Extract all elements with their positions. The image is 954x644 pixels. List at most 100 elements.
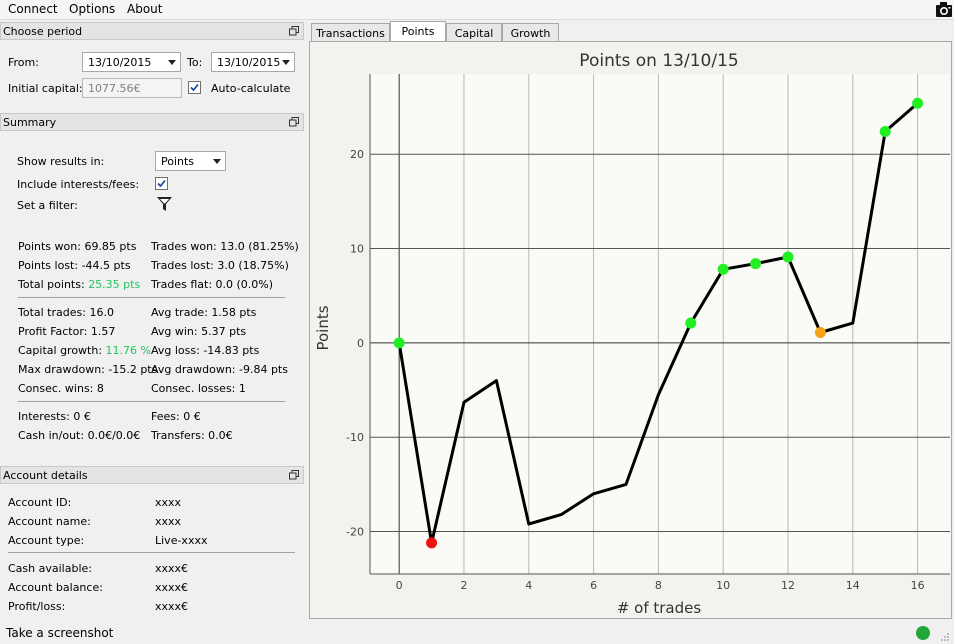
account-details-title: Account details [3, 469, 88, 482]
total-points-value: 25.35 pts [88, 278, 141, 291]
account-name-value: xxxx [155, 515, 182, 528]
profit-loss-value: xxxx€ [155, 600, 189, 613]
total-trades: Total trades: 16.0 [18, 306, 114, 319]
trade-marker-loss [426, 537, 438, 549]
y-tick-label: -10 [346, 431, 364, 444]
to-label: To: [187, 56, 203, 69]
trade-marker-win [750, 258, 762, 270]
trades-flat: Trades flat: 0.0 (0.0%) [151, 278, 274, 291]
account-type-label: Account type: [8, 534, 85, 547]
menu-about[interactable]: About [127, 2, 162, 16]
x-tick-label: 14 [846, 579, 860, 592]
auto-calculate-checkbox[interactable] [188, 81, 201, 94]
divider [18, 401, 285, 402]
account-balance-value: xxxx€ [155, 581, 189, 594]
fees: Fees: 0 € [151, 410, 201, 423]
trade-marker-win [879, 126, 891, 138]
show-results-value: Points [161, 155, 195, 168]
initial-capital-value: 1077.56€ [88, 82, 141, 95]
initial-capital-label: Initial capital: [8, 82, 83, 95]
account-id-value: xxxx [155, 496, 182, 509]
y-tick-label: 10 [350, 243, 364, 256]
include-interests-label: Include interests/fees: [17, 178, 140, 191]
status-text: Take a screenshot [6, 626, 114, 640]
divider [8, 552, 295, 553]
total-points: Total points: 25.35 pts [18, 278, 140, 291]
connection-status-indicator [916, 626, 930, 640]
x-tick-label: 16 [911, 579, 925, 592]
undock-icon[interactable] [289, 26, 299, 36]
checkmark-icon [157, 179, 166, 188]
cash-available-label: Cash available: [8, 562, 92, 575]
y-tick-label: -20 [346, 526, 364, 539]
points-chart: 0 2 4 6 8 10 12 14 16 -20 -10 0 10 20 Points on 13/10… [314, 51, 950, 617]
x-tick-label: 0 [396, 579, 403, 592]
status-bar: Take a screenshot [0, 621, 954, 644]
x-tick-label: 2 [460, 579, 467, 592]
account-id-label: Account ID: [8, 496, 72, 509]
trades-won: Trades won: 13.0 (81.25%) [151, 240, 299, 253]
total-points-label: Total points: [18, 278, 85, 291]
show-results-select[interactable]: Points [155, 151, 226, 171]
menu-options[interactable]: Options [69, 2, 115, 16]
camera-icon[interactable] [935, 1, 953, 18]
profit-loss-label: Profit/loss: [8, 600, 66, 613]
from-label: From: [8, 56, 39, 69]
consec-wins: Consec. wins: 8 [18, 382, 104, 395]
trade-marker-win [717, 263, 729, 275]
tab-transactions[interactable]: Transactions [311, 23, 390, 42]
undock-icon[interactable] [289, 117, 299, 127]
transfers: Transfers: 0.0€ [151, 429, 233, 442]
resize-grip-icon[interactable] [940, 632, 950, 642]
include-interests-checkbox[interactable] [155, 177, 168, 190]
trade-marker-win [393, 337, 405, 349]
y-tick-label: 0 [357, 337, 364, 350]
auto-calculate-label: Auto-calculate [211, 82, 291, 95]
tab-growth[interactable]: Growth [502, 23, 559, 42]
show-results-label: Show results in: [17, 155, 105, 168]
from-date-value: 13/10/2015 [88, 56, 152, 69]
menu-bar: Connect Options About [0, 0, 954, 20]
avg-trade: Avg trade: 1.58 pts [151, 306, 257, 319]
choose-period-title: Choose period [3, 25, 83, 38]
undock-icon[interactable] [289, 470, 299, 480]
summary-header: Summary [0, 113, 304, 131]
trade-marker-flat [814, 326, 826, 338]
points-won: Points won: 69.85 pts [18, 240, 137, 253]
x-tick-label: 8 [655, 579, 662, 592]
trades-lost: Trades lost: 3.0 (18.75%) [151, 259, 289, 272]
checkmark-icon [190, 83, 199, 92]
x-tick-label: 4 [525, 579, 532, 592]
avg-loss: Avg loss: -14.83 pts [151, 344, 260, 357]
initial-capital-input[interactable]: 1077.56€ [82, 78, 182, 98]
set-filter-label: Set a filter: [17, 199, 78, 212]
capital-growth: Capital growth: 11.76 % [18, 344, 151, 357]
tab-points[interactable]: Points [390, 21, 446, 42]
account-name-label: Account name: [8, 515, 91, 528]
divider [18, 297, 285, 298]
from-date-select[interactable]: 13/10/2015 [82, 52, 181, 72]
trade-marker-win [782, 251, 794, 263]
menu-connect[interactable]: Connect [8, 2, 58, 16]
choose-period-header: Choose period [0, 22, 304, 40]
x-axis-label: # of trades [617, 599, 702, 617]
trade-marker-win [912, 97, 924, 109]
x-tick-label: 10 [716, 579, 730, 592]
tab-capital[interactable]: Capital [446, 23, 502, 42]
cash-available-value: xxxx€ [155, 562, 189, 575]
x-tick-label: 12 [781, 579, 795, 592]
profit-factor: Profit Factor: 1.57 [18, 325, 116, 338]
capital-growth-value: 11.76 % [105, 344, 151, 357]
points-chart-pane: 0 2 4 6 8 10 12 14 16 -20 -10 0 10 20 Points on 13/10… [309, 41, 952, 619]
account-balance-label: Account balance: [8, 581, 103, 594]
filter-icon[interactable] [156, 196, 173, 213]
account-type-value: Live-xxxx [155, 534, 208, 547]
account-details-header: Account details [0, 466, 304, 484]
points-lost: Points lost: -44.5 pts [18, 259, 131, 272]
y-tick-label: 20 [350, 148, 364, 161]
to-date-select[interactable]: 13/10/2015 [211, 52, 295, 72]
capital-growth-label: Capital growth: [18, 344, 103, 357]
cash-in-out: Cash in/out: 0.0€/0.0€ [18, 429, 141, 442]
max-drawdown: Max drawdown: -15.2 pts [18, 363, 158, 376]
summary-title: Summary [3, 116, 57, 129]
